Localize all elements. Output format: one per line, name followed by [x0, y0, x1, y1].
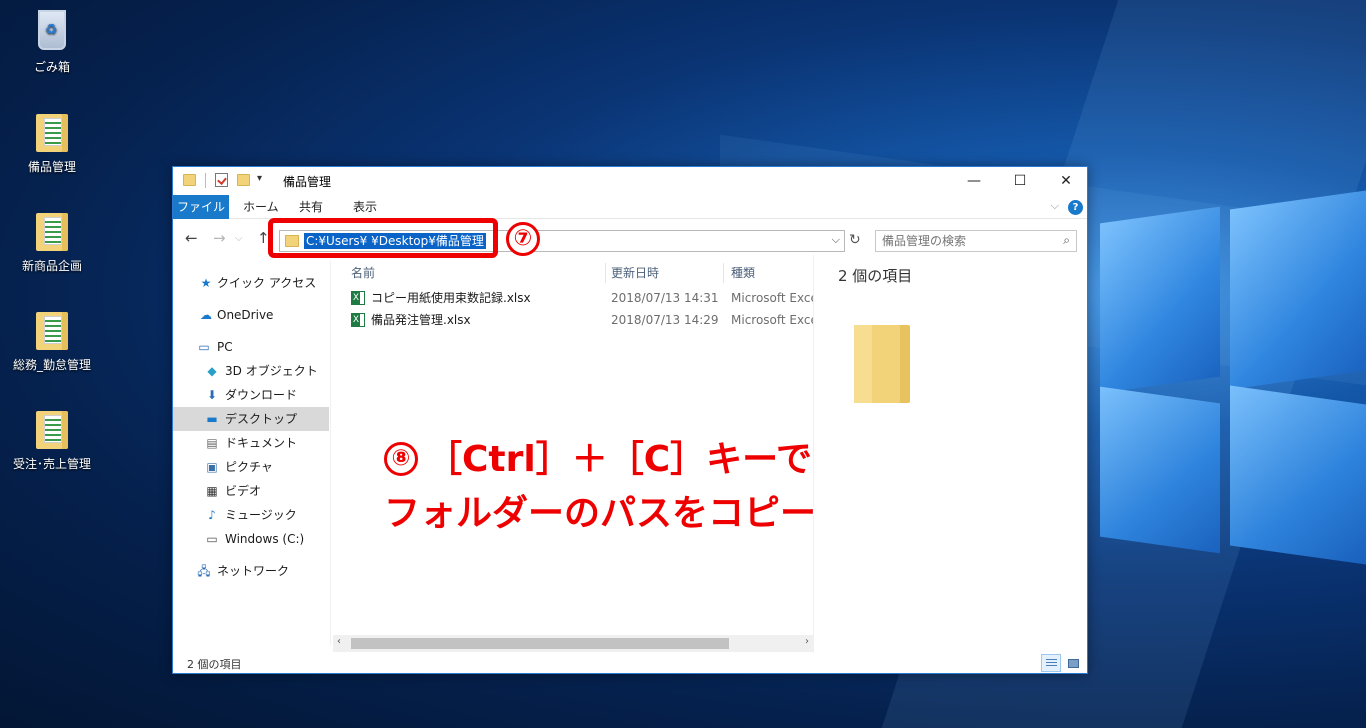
desktop-icon-somu-kintai[interactable]: 総務_勤怠管理 — [6, 306, 98, 373]
tab-home[interactable]: ホーム — [243, 195, 279, 219]
column-header-name[interactable]: 名前 — [351, 261, 375, 285]
download-icon: ⬇ — [206, 388, 218, 402]
desktop-icon-label: 受注･売上管理 — [12, 457, 91, 471]
tab-view[interactable]: 表示 — [353, 195, 377, 219]
nav-item-onedrive[interactable]: ☁ OneDrive — [173, 303, 329, 327]
desktop-icon-label: 総務_勤怠管理 — [12, 358, 91, 372]
column-separator[interactable] — [605, 263, 606, 283]
nav-item-videos[interactable]: ▦ ビデオ — [173, 479, 329, 503]
folder-preview-icon — [854, 325, 910, 403]
horizontal-scrollbar[interactable]: ‹ › — [333, 635, 813, 652]
column-header-modified[interactable]: 更新日時 — [611, 261, 659, 285]
properties-icon[interactable] — [215, 173, 228, 187]
step-8-line-2: フォルダーのパスをコピー — [384, 493, 817, 534]
step-8-line-1: ［Ctrl］＋［C］キーで — [426, 439, 812, 480]
forward-icon[interactable]: → — [213, 229, 226, 247]
maximize-button[interactable]: ☐ — [997, 167, 1043, 195]
window-title: 備品管理 — [283, 175, 332, 189]
pc-icon: ▭ — [198, 340, 210, 354]
column-header-type[interactable]: 種類 — [731, 261, 755, 285]
recycle-bin-icon — [38, 10, 66, 50]
nav-item-desktop[interactable]: ▬ デスクトップ — [173, 407, 329, 431]
tab-file[interactable]: ファイル — [173, 195, 229, 219]
cube-icon: ◆ — [207, 364, 217, 378]
large-icons-view-button[interactable] — [1063, 654, 1083, 672]
nav-item-pictures[interactable]: ▣ ピクチャ — [173, 455, 329, 479]
network-icon: 🖧 — [197, 564, 211, 578]
file-type: Microsoft Excel — [731, 291, 822, 305]
file-type: Microsoft Excel — [731, 313, 822, 327]
file-modified: 2018/07/13 14:31 — [611, 291, 719, 305]
search-input[interactable] — [876, 231, 1046, 251]
nav-item-pc[interactable]: ▭ PC — [173, 335, 329, 359]
folder-icon — [36, 411, 68, 449]
nav-item-downloads[interactable]: ⬇ ダウンロード — [173, 383, 329, 407]
file-name: コピー用紙使用束数記録.xlsx — [371, 291, 531, 305]
ribbon: ファイル ホーム 共有 表示 ⌵ ? — [173, 195, 1087, 219]
help-icon[interactable]: ? — [1068, 200, 1083, 215]
address-dropdown-icon[interactable]: ⌵ — [832, 233, 840, 247]
star-icon: ★ — [200, 276, 212, 290]
excel-file-icon — [351, 313, 365, 327]
tab-share[interactable]: 共有 — [299, 195, 323, 219]
folder-icon — [36, 312, 68, 350]
back-icon[interactable]: ← — [185, 229, 198, 247]
folder-icon — [36, 114, 68, 152]
scroll-left-icon[interactable]: ‹ — [337, 636, 341, 647]
folder-icon — [183, 174, 196, 186]
step-8-instruction: ⑧ ［Ctrl］＋［C］キーで — [384, 430, 812, 482]
step-8-marker: ⑧ — [384, 442, 418, 476]
separator — [205, 173, 206, 188]
preview-pane: 2 個の項目 — [813, 255, 1087, 653]
picture-icon: ▣ — [206, 460, 218, 474]
drive-icon: ▭ — [206, 532, 218, 546]
nav-item-network[interactable]: 🖧 ネットワーク — [173, 559, 329, 583]
desktop-icon-bihin-kanri[interactable]: 備品管理 — [6, 108, 98, 175]
status-bar: 2 個の項目 — [173, 653, 1087, 673]
new-folder-icon[interactable] — [237, 174, 250, 186]
expand-ribbon-icon[interactable]: ⌵ — [1051, 199, 1059, 213]
desktop-icon-label: ごみ箱 — [33, 60, 70, 74]
desktop-icon-label: 新商品企画 — [21, 259, 82, 273]
excel-file-icon — [351, 291, 365, 305]
desktop-icon-recycle-bin[interactable]: ごみ箱 — [6, 8, 98, 75]
step-7-marker: ⑦ — [506, 222, 540, 256]
title-bar: ▾ 備品管理 — ☐ ✕ — [173, 167, 1087, 195]
file-modified: 2018/07/13 14:29 — [611, 313, 719, 327]
search-box[interactable]: ⌕ — [875, 230, 1077, 252]
column-separator[interactable] — [723, 263, 724, 283]
close-button[interactable]: ✕ — [1043, 167, 1089, 195]
highlight-box — [268, 218, 498, 258]
folder-icon — [36, 213, 68, 251]
scroll-right-icon[interactable]: › — [805, 636, 809, 647]
document-icon: ▤ — [206, 436, 218, 450]
music-icon: ♪ — [208, 508, 216, 522]
file-row[interactable]: コピー用紙使用束数記録.xlsx 2018/07/13 14:31 Micros… — [347, 287, 821, 309]
item-count: 2 個の項目 — [838, 267, 913, 285]
details-view-icon — [1046, 659, 1057, 668]
file-name: 備品発注管理.xlsx — [371, 313, 471, 327]
refresh-icon[interactable]: ↻ — [849, 232, 861, 248]
navigation-pane: ★ クイック アクセス ☁ OneDrive ▭ PC ◆ 3D オブジェクト … — [173, 261, 331, 645]
desktop-icon-juchu-uriage[interactable]: 受注･売上管理 — [6, 405, 98, 472]
cloud-icon: ☁ — [200, 308, 212, 322]
minimize-button[interactable]: — — [951, 167, 997, 195]
status-text: 2 個の項目 — [187, 658, 242, 671]
nav-item-3d-objects[interactable]: ◆ 3D オブジェクト — [173, 359, 329, 383]
nav-item-music[interactable]: ♪ ミュージック — [173, 503, 329, 527]
nav-item-documents[interactable]: ▤ ドキュメント — [173, 431, 329, 455]
video-icon: ▦ — [206, 484, 218, 498]
nav-item-windows-c[interactable]: ▭ Windows (C:) — [173, 527, 329, 551]
quick-access-dropdown-icon[interactable]: ▾ — [257, 173, 262, 184]
scrollbar-thumb[interactable] — [351, 638, 729, 649]
large-icons-view-icon — [1068, 659, 1079, 668]
file-row[interactable]: 備品発注管理.xlsx 2018/07/13 14:29 Microsoft E… — [347, 309, 821, 331]
desktop-icon: ▬ — [206, 412, 218, 426]
desktop-icon-shin-shohin-kikaku[interactable]: 新商品企画 — [6, 207, 98, 274]
desktop-icon-label: 備品管理 — [27, 160, 76, 174]
search-icon: ⌕ — [1063, 233, 1070, 247]
recent-locations-icon[interactable]: ⌵ — [235, 233, 243, 244]
nav-item-quick-access[interactable]: ★ クイック アクセス — [173, 271, 329, 295]
details-view-button[interactable] — [1041, 654, 1061, 672]
